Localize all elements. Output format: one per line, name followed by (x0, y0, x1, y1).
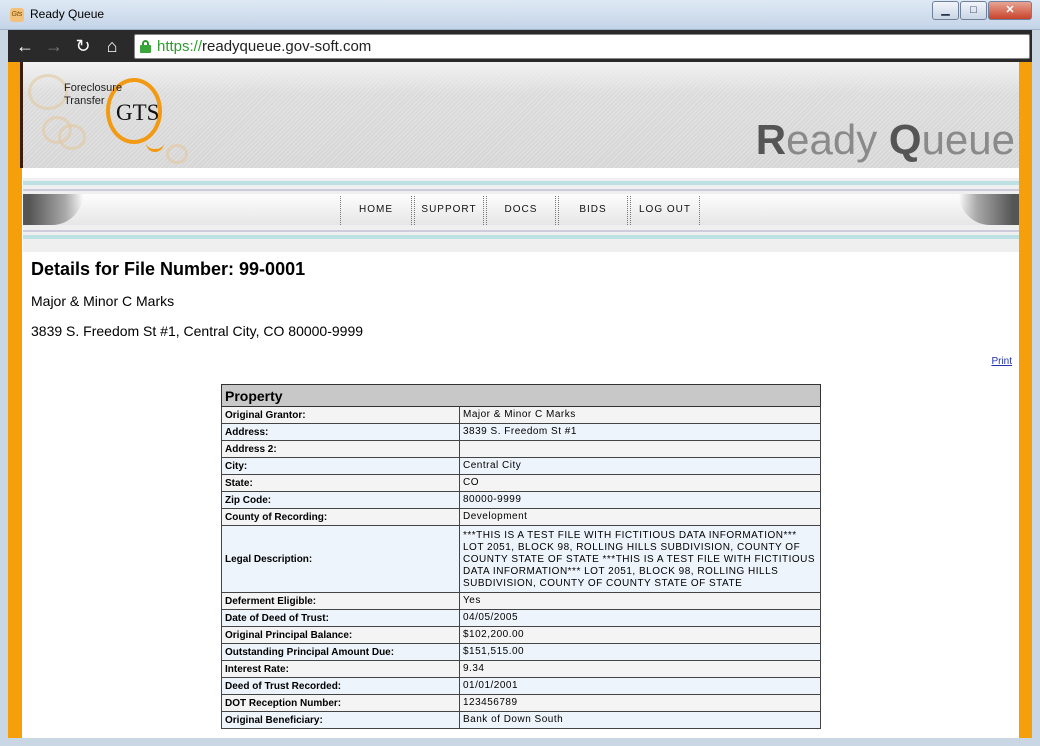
table-row: Interest Rate: 9.34 (221, 660, 821, 678)
row-label: Address 2: (221, 440, 460, 458)
table-row: State: CO (221, 474, 821, 492)
close-icon[interactable]: ✕ (988, 1, 1032, 20)
table-row: Original Principal Balance: $102,200.00 (221, 626, 821, 644)
table-row: Outstanding Principal Amount Due: $151,51… (221, 643, 821, 661)
page-title: Details for File Number: 99-0001 (31, 259, 306, 279)
row-value: Central City (459, 457, 821, 475)
window-controls: ▁ □ ✕ (931, 1, 1032, 20)
row-value: CO (459, 474, 821, 492)
main-nav: HOME SUPPORT DOCS BIDS LOG OUT (340, 196, 702, 225)
row-label: City: (221, 457, 460, 475)
table-row: Legal Description: ***THIS IS A TEST FILE… (221, 525, 821, 593)
row-value: 9.34 (459, 660, 821, 678)
table-row: Address 2: (221, 440, 821, 458)
gts-logo: Foreclosure Transfer GTS (28, 70, 198, 168)
property-heading: Property (221, 384, 821, 407)
row-label: Outstanding Principal Amount Due: (221, 643, 460, 661)
site-header: Foreclosure Transfer GTS Ready Queue (23, 62, 1019, 168)
home-icon[interactable]: ⌂ (101, 35, 123, 57)
table-row: Original Beneficiary: Bank of Down South (221, 711, 821, 729)
row-label: Original Principal Balance: (221, 626, 460, 644)
nav-docs[interactable]: DOCS (486, 196, 556, 225)
forward-icon[interactable]: → (43, 35, 65, 57)
table-row: Address: 3839 S. Freedom St #1 (221, 423, 821, 441)
table-row: Original Grantor: Major & Minor C Marks (221, 406, 821, 424)
table-row: Deed of Trust Recorded: 01/01/2001 (221, 677, 821, 695)
row-value: Major & Minor C Marks (459, 406, 821, 424)
address-bar[interactable]: https://readyqueue.gov-soft.com (134, 34, 1030, 59)
print-link[interactable]: Print (991, 356, 1012, 367)
brand-title: Ready Queue (755, 116, 1015, 163)
property-table: Property Original Grantor: Major & Minor … (221, 384, 821, 729)
row-value: ***THIS IS A TEST FILE WITH FICTITIOUS D… (459, 525, 821, 593)
row-value: 3839 S. Freedom St #1 (459, 423, 821, 441)
row-label: State: (221, 474, 460, 492)
row-value: 04/05/2005 (459, 609, 821, 627)
row-label: Original Grantor: (221, 406, 460, 424)
property-rows: Original Grantor: Major & Minor C Marks Ad… (221, 406, 821, 729)
browser-toolbar: ← → ↻ ⌂ https://readyqueue.gov-soft.com (8, 30, 1032, 62)
row-label: Interest Rate: (221, 660, 460, 678)
row-label: Date of Deed of Trust: (221, 609, 460, 627)
minimize-icon[interactable]: ▁ (932, 1, 959, 20)
row-value: 123456789 (459, 694, 821, 712)
nav-support[interactable]: SUPPORT (414, 196, 484, 225)
app-icon: Gts (10, 8, 24, 22)
right-border (1019, 62, 1032, 738)
row-value: $151,515.00 (459, 643, 821, 661)
table-row: DOT Reception Number: 123456789 (221, 694, 821, 712)
owner-name: Major & Minor C Marks (31, 293, 175, 309)
row-value: 80000-9999 (459, 491, 821, 509)
row-label: Legal Description: (221, 525, 460, 593)
table-row: Zip Code: 80000-9999 (221, 491, 821, 509)
row-label: Address: (221, 423, 460, 441)
nav-bids[interactable]: BIDS (558, 196, 628, 225)
row-label: County of Recording: (221, 508, 460, 526)
row-value: Yes (459, 592, 821, 610)
url-text: https://readyqueue.gov-soft.com (157, 38, 372, 55)
reload-icon[interactable]: ↻ (72, 35, 94, 57)
property-address: 3839 S. Freedom St #1, Central City, CO … (31, 323, 364, 339)
nav-home[interactable]: HOME (340, 196, 412, 225)
row-label: Zip Code: (221, 491, 460, 509)
left-border (8, 62, 23, 738)
row-value: Development (459, 508, 821, 526)
row-label: Original Beneficiary: (221, 711, 460, 729)
row-label: DOT Reception Number: (221, 694, 460, 712)
table-row: County of Recording: Development (221, 508, 821, 526)
window-titlebar: Gts Ready Queue ▁ □ ✕ (0, 0, 1040, 30)
table-row: Deferment Eligible: Yes (221, 592, 821, 610)
row-label: Deed of Trust Recorded: (221, 677, 460, 695)
row-value: Bank of Down South (459, 711, 821, 729)
table-row: Date of Deed of Trust: 04/05/2005 (221, 609, 821, 627)
row-value: 01/01/2001 (459, 677, 821, 695)
nav-band: HOME SUPPORT DOCS BIDS LOG OUT (23, 178, 1019, 252)
back-icon[interactable]: ← (14, 35, 36, 57)
window-title: Ready Queue (30, 7, 105, 21)
row-value (459, 440, 821, 458)
maximize-icon[interactable]: □ (960, 1, 987, 20)
table-row: City: Central City (221, 457, 821, 475)
row-value: $102,200.00 (459, 626, 821, 644)
row-label: Deferment Eligible: (221, 592, 460, 610)
lock-icon (140, 40, 151, 53)
nav-logout[interactable]: LOG OUT (630, 196, 700, 225)
page-viewport: Foreclosure Transfer GTS Ready Queue HOM… (8, 62, 1032, 738)
